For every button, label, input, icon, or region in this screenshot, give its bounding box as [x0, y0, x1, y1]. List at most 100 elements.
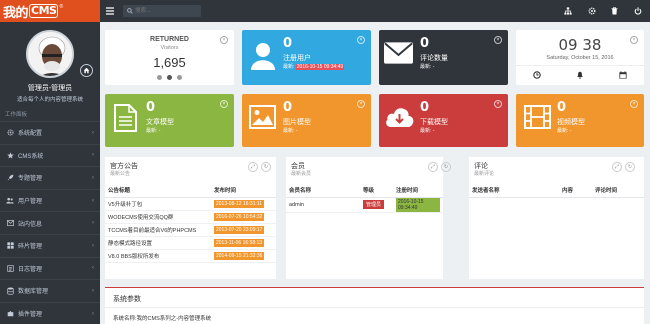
comments-title: 评论数量	[420, 55, 448, 62]
sidebar-item-users[interactable]: 用户管理 ‹	[0, 188, 100, 212]
sitemap-button[interactable]	[563, 6, 573, 16]
user-name: 管理员-管理员	[27, 85, 73, 92]
chevron-left-icon: ‹	[92, 152, 94, 159]
chevron-left-icon: ‹	[92, 287, 94, 294]
carousel-dots	[157, 75, 182, 80]
close-card-button[interactable]: ×	[630, 36, 638, 44]
carousel-dot[interactable]	[157, 75, 162, 80]
comments-card: 0 评论数量 最新: - ×	[379, 30, 508, 85]
table-row[interactable]: admin 管理员 2016-10-15 09:34:49	[286, 197, 443, 213]
member-name[interactable]: admin	[286, 197, 360, 213]
table-row[interactable]: 静态模式路径设置 2013-11-06 16:58:13	[105, 236, 276, 251]
column-header: 内容	[559, 184, 592, 198]
close-card-button[interactable]: ×	[494, 100, 502, 108]
articles-latest-value: -	[158, 128, 161, 134]
latest-label: 最新:	[420, 128, 432, 134]
returned-title: RETURNED	[150, 36, 189, 43]
downloads-latest-value: -	[432, 128, 435, 134]
avatar[interactable]	[26, 30, 74, 78]
refresh-icon: ↻	[627, 164, 633, 170]
carousel-dot-active[interactable]	[167, 75, 172, 80]
sidebar: 我的 CMS ® 管理员-管理员 适合每个人的内容管理系统 工作面板 系统配置 …	[0, 0, 100, 324]
clock-icon[interactable]	[533, 71, 541, 79]
table-row[interactable]: WODECMS使用交流QQ群 2016-07-26 10:54:32	[105, 210, 276, 224]
chevron-left-icon: ‹	[92, 129, 94, 136]
images-latest: 最新: -	[283, 127, 297, 134]
sidebar-item-system-config[interactable]: 系统配置 ‹	[0, 121, 100, 144]
users-icon	[6, 197, 14, 204]
comments-latest: 最新: -	[420, 63, 434, 70]
bell-icon[interactable]	[576, 71, 584, 79]
home-button[interactable]	[80, 64, 93, 77]
refresh-button[interactable]: ↻	[441, 162, 451, 172]
close-card-button[interactable]: ×	[494, 36, 502, 44]
articles-count: 0	[146, 100, 156, 115]
latest-label: 最新:	[283, 64, 295, 70]
envelope-icon	[6, 220, 14, 226]
close-card-button[interactable]: ×	[630, 100, 638, 108]
announcement-title[interactable]: 静态模式路径设置	[105, 236, 211, 251]
returned-visitors-card: RETURNED Visitors 1,695 ×	[105, 30, 234, 85]
videos-card: 0 视频模型 最新: - ×	[516, 94, 644, 147]
close-card-button[interactable]: ×	[220, 36, 228, 44]
announcement-time: 2016-07-26 10:54:32	[214, 212, 265, 221]
sidebar-item-plugins[interactable]: 插件管理 ‹	[0, 301, 100, 324]
expand-button[interactable]: ⤢	[612, 162, 622, 172]
sidebar-item-fragments[interactable]: 碎片管理 ‹	[0, 233, 100, 257]
table-row[interactable]: V5升级补丁包 2013-08-12 16:31:11	[105, 197, 276, 211]
search-input[interactable]	[123, 5, 201, 17]
sidebar-item-label: 用户管理	[18, 199, 43, 206]
clock-time: 09 38	[558, 36, 602, 54]
refresh-button[interactable]: ↻	[261, 162, 271, 172]
system-name-label: 系统名称:	[113, 316, 137, 322]
close-card-button[interactable]: ×	[357, 36, 365, 44]
divider	[105, 307, 644, 308]
refresh-button[interactable]: ↻	[625, 162, 635, 172]
top-bar	[100, 0, 650, 22]
announcement-title[interactable]: V5升级补丁包	[105, 197, 211, 211]
announcement-title[interactable]: V8.0 BBS版权所发布	[105, 249, 211, 264]
expand-button[interactable]: ⤢	[248, 162, 258, 172]
power-icon	[634, 7, 642, 15]
envelope-icon	[384, 42, 413, 64]
system-name-value: 我的CMS系列之-内容管理系统	[136, 316, 212, 322]
user-subtitle: 适合每个人的内容管理系统	[16, 97, 83, 103]
table-row[interactable]: V8.0 BBS版权所发布 2014-09-15 21:32:36	[105, 249, 276, 264]
expand-button[interactable]: ⤢	[428, 162, 438, 172]
expand-icon: ⤢	[614, 164, 619, 170]
registered-users-card: 0 注册用户 最新: 2016-10-15 09:34:49 ×	[242, 30, 371, 85]
calendar-icon[interactable]	[619, 71, 627, 79]
member-level-badge: 管理员	[363, 200, 385, 209]
sidebar-item-database[interactable]: 数据库管理 ‹	[0, 279, 100, 302]
announcement-title[interactable]: TCCMS着目前最适合V6的PHPCMS	[105, 223, 211, 238]
announcement-time: 2014-09-15 21:32:36	[214, 252, 265, 261]
document-icon	[114, 104, 137, 132]
sidebar-item-logs[interactable]: 日志管理 ‹	[0, 256, 100, 280]
sidebar-item-cms[interactable]: CMS系统 ‹	[0, 143, 100, 167]
logout-button[interactable]	[633, 6, 643, 16]
settings-button[interactable]	[587, 6, 597, 16]
carousel-dot[interactable]	[177, 75, 182, 80]
delete-button[interactable]	[609, 6, 619, 16]
latest-label: 最新:	[283, 128, 295, 134]
sidebar-item-topics[interactable]: 专题管理 ‹	[0, 166, 100, 189]
column-header: 评论时间	[592, 184, 644, 198]
table-row[interactable]: TCCMS着目前最适合V6的PHPCMS 2013-07-20 23:09:17	[105, 223, 276, 238]
clock-date: Saturday, October 15, 2016	[546, 55, 614, 61]
column-header: 等级	[360, 184, 393, 198]
logo[interactable]: 我的 CMS ®	[0, 0, 100, 22]
returned-value: 1,695	[153, 55, 186, 70]
user-icon	[251, 43, 275, 70]
images-count: 0	[283, 100, 293, 115]
images-latest-value: -	[295, 128, 298, 134]
panel-subtitle: 最新评论	[474, 171, 495, 177]
close-card-button[interactable]: ×	[357, 100, 365, 108]
menu-toggle-button[interactable]	[105, 6, 115, 16]
close-card-button[interactable]: ×	[220, 100, 228, 108]
downloads-count: 0	[420, 100, 430, 115]
chevron-left-icon: ‹	[92, 265, 94, 272]
sidebar-item-messages[interactable]: 站内信息 ‹	[0, 211, 100, 234]
column-header: 会员名称	[286, 184, 360, 198]
announcement-title[interactable]: WODECMS使用交流QQ群	[105, 210, 211, 224]
sidebar-item-label: 碎片管理	[18, 244, 43, 251]
